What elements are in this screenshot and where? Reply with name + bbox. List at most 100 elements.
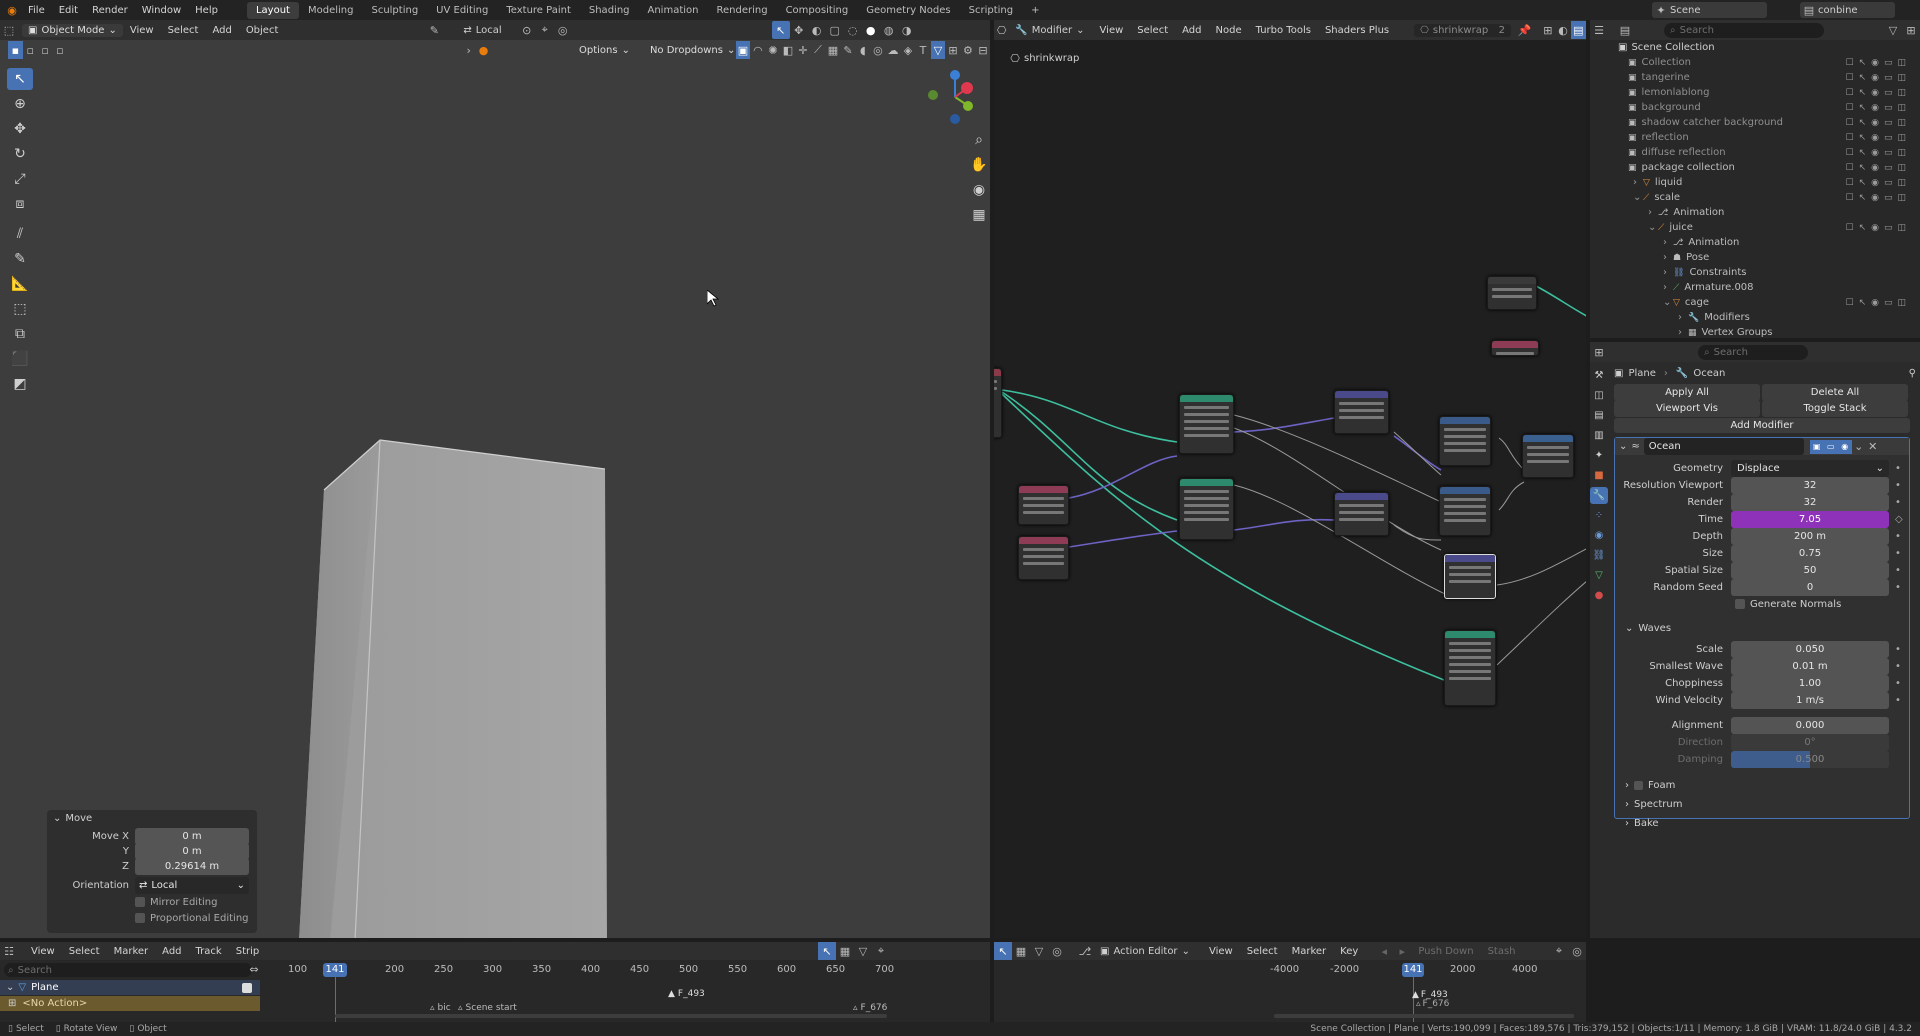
selectable-icon[interactable]: ↖ [1859,298,1867,308]
snap-icon[interactable]: ⌖ [872,942,890,960]
render-icon[interactable]: ◫ [1897,163,1906,173]
viewport-toggle-icon[interactable]: ▭ [1823,439,1838,454]
display-mode-icon[interactable]: ▤ [1616,21,1634,39]
node-position[interactable] [1491,340,1539,356]
tab-scripting[interactable]: Scripting [960,2,1022,19]
blender-logo-icon[interactable]: ◉ [3,1,21,19]
eye-icon[interactable]: ◉ [1871,223,1879,233]
node-group-output[interactable] [1487,276,1537,310]
render-icon[interactable]: ◫ [1897,118,1906,128]
node-math-1[interactable] [1018,485,1069,525]
eye-icon[interactable]: ◉ [1871,73,1879,83]
tab-uv-editing[interactable]: UV Editing [427,2,497,19]
viewport-menu-select[interactable]: Select [161,25,206,36]
expand-arrow-icon[interactable]: › [1678,327,1688,338]
render-icon[interactable]: ◫ [1897,73,1906,83]
select-subtract-icon[interactable]: ▫ [38,41,53,59]
nla-search[interactable]: ⌕ Search [4,963,252,977]
eye-icon[interactable]: ◉ [1871,103,1879,113]
exclude-checkbox-icon[interactable]: ☐ [1845,163,1853,173]
spectrum-section-header[interactable]: › Spectrum [1615,795,1909,814]
eye-icon[interactable]: ◉ [1871,118,1879,128]
physics-tab-icon[interactable]: ◉ [1590,527,1608,544]
previous-layer-icon[interactable]: ◂ [1375,942,1393,960]
render-icon[interactable]: ◫ [1897,58,1906,68]
damping-field[interactable]: 0.500 [1731,751,1889,768]
proportional-checkbox[interactable] [135,913,145,923]
snap-icon[interactable]: ⌖ [536,21,554,39]
selectable-icon[interactable]: ↖ [1859,163,1867,173]
lattice-filter-icon[interactable]: ▦ [826,41,840,59]
menu-render[interactable]: Render [85,5,135,16]
snap-icon[interactable]: ⌖ [1550,942,1568,960]
filter-funnel-icon[interactable]: ▽ [854,942,872,960]
action-menu-select[interactable]: Select [1240,946,1285,957]
nla-editor-type-icon[interactable]: ☷ [0,942,18,960]
navigation-gizmo[interactable] [915,65,985,125]
property-field[interactable]: 0 [1731,579,1889,596]
property-field[interactable]: 50 [1731,562,1889,579]
waves-section-header[interactable]: ⌄ Waves [1615,618,1909,638]
property-field[interactable]: 1 m/s [1731,692,1889,709]
property-field[interactable]: 1.00 [1731,675,1889,692]
keyframe-icon[interactable]: • [1895,531,1901,542]
viewport-icon[interactable]: ▭ [1884,73,1893,83]
node-geometry-proximity[interactable] [1444,630,1496,706]
add-workspace-button[interactable]: + [1022,2,1048,19]
annotate-tool-icon[interactable]: ⫽ [7,223,33,245]
keyframe-icon[interactable]: • [1895,463,1901,474]
apply-all-button[interactable]: Apply All [1614,384,1760,401]
action-current-frame-indicator[interactable]: 141 [1402,963,1424,977]
tab-texture-paint[interactable]: Texture Paint [497,2,580,19]
grease-filter-icon[interactable]: ✎ [841,41,855,59]
node-math-2[interactable] [1018,536,1069,580]
move-tool-icon[interactable]: ✥ [7,118,33,140]
selectable-icon[interactable]: ↖ [1859,88,1867,98]
measure-tool-icon[interactable]: 📐 [7,273,33,295]
outliner-item[interactable]: ▣ diffuse reflection ☐ ↖ ◉ ▭ ◫ [1590,145,1920,160]
armature-filter-icon[interactable]: ⟋ [811,41,825,59]
eye-icon[interactable]: ◉ [1871,178,1879,188]
render-icon[interactable]: ◫ [1897,133,1906,143]
overlay-icon[interactable]: ◐ [808,21,826,39]
tab-shading[interactable]: Shading [580,2,639,19]
generate-normals-checkbox[interactable] [1735,599,1745,609]
select-extend-icon[interactable]: ▫ [23,41,38,59]
property-field[interactable]: 32 [1731,477,1889,494]
viewport-icon[interactable]: ▭ [1884,298,1893,308]
shrink-tool-icon[interactable]: ⬛ [7,348,33,370]
object-tab-icon[interactable]: ■ [1590,467,1608,484]
outliner-item[interactable]: ▣ Collection ☐ ↖ ◉ ▭ ◫ [1590,55,1920,70]
camera-filter-icon[interactable]: ◧ [781,41,795,59]
outliner-item[interactable]: ▣ reflection ☐ ↖ ◉ ▭ ◫ [1590,130,1920,145]
rendered-shading-icon[interactable]: ◑ [898,21,916,39]
nla-menu-marker[interactable]: Marker [107,946,156,957]
property-field[interactable]: 0.75 [1731,545,1889,562]
node-set-position-1[interactable] [1334,390,1389,434]
expand-arrow-icon[interactable]: ⌄ [1663,297,1673,308]
eye-icon[interactable]: ◉ [1871,88,1879,98]
exclude-checkbox-icon[interactable]: ☐ [1845,298,1853,308]
outliner-item[interactable]: › ▽ liquid ☐ ↖ ◉ ▭ ◫ [1590,175,1920,190]
viewport-icon[interactable]: ▭ [1884,148,1893,158]
add-modifier-button[interactable]: Add Modifier [1614,418,1910,433]
action-horizontal-scrollbar[interactable] [1274,1014,1574,1018]
scene-selector[interactable]: ✦ Scene [1652,2,1767,18]
tab-rendering[interactable]: Rendering [707,2,776,19]
expand-arrow-icon[interactable]: › [1678,312,1688,323]
viewport-icon[interactable]: ▭ [1884,118,1893,128]
options-dropdown[interactable]: Options ⌄ [573,43,636,58]
tab-compositing[interactable]: Compositing [777,2,858,19]
render-icon[interactable]: ◫ [1897,148,1906,158]
node-raycast-2[interactable] [1179,478,1234,540]
render-engine-icon[interactable]: ● [476,41,491,59]
properties-search[interactable]: ⌕ Search [1698,344,1808,360]
action-ruler[interactable]: -4000 -2000 2000 4000 [1270,964,1586,978]
select-new-icon[interactable]: ▪ [8,41,23,59]
push-down-button[interactable]: Push Down [1411,946,1480,957]
stash-button[interactable]: Stash [1481,946,1523,957]
nla-menu-add[interactable]: Add [155,946,188,957]
expand-arrow-icon[interactable]: › [1648,207,1658,218]
delete-all-button[interactable]: Delete All [1762,384,1908,401]
probe-filter-icon[interactable]: ◈ [901,41,915,59]
